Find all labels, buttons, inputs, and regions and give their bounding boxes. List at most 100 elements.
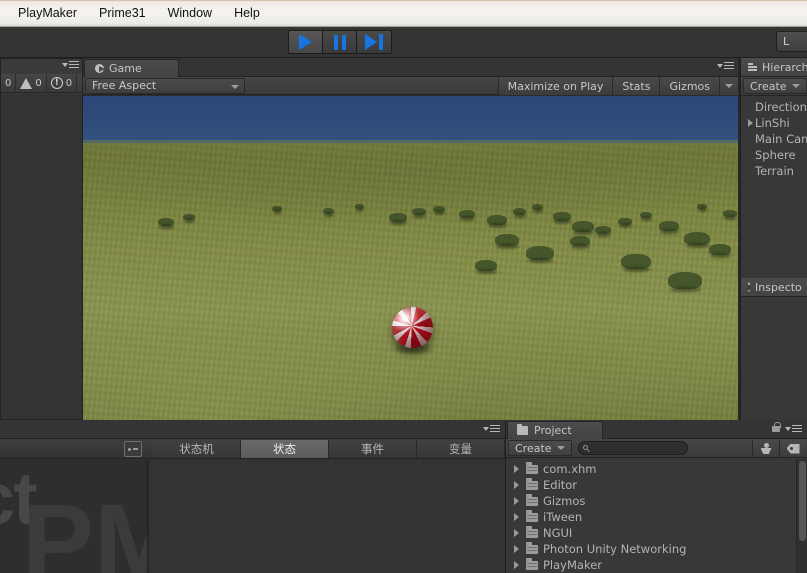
tree-sprite [459, 210, 475, 218]
hierarchy-item-label: Terrain [755, 164, 794, 178]
game-render-surface[interactable] [83, 96, 738, 420]
maximize-on-play-button[interactable]: Maximize on Play [497, 77, 613, 95]
console-log-area[interactable] [1, 94, 82, 419]
tree-sprite [412, 208, 426, 215]
project-item-label: Gizmos [543, 494, 586, 508]
play-controls [288, 30, 392, 54]
menu-item-window[interactable]: Window [157, 4, 223, 22]
project-item-0[interactable]: com.xhm [506, 461, 796, 477]
console-log-counter[interactable]: 0 [1, 73, 17, 93]
layers-button[interactable]: L [776, 31, 807, 52]
tree-sprite [323, 208, 334, 214]
expand-arrow-icon[interactable] [511, 513, 521, 521]
filter-by-type-button[interactable] [752, 440, 779, 457]
game-view-options-button[interactable] [717, 62, 734, 69]
hierarchy-item-1[interactable]: LinShi [741, 115, 807, 131]
tab-game[interactable]: Game [84, 59, 179, 77]
tree-sprite [475, 260, 497, 271]
expand-arrow-icon[interactable] [745, 119, 755, 127]
project-item-4[interactable]: NGUI [506, 525, 796, 541]
expand-arrow-icon[interactable] [511, 481, 521, 489]
tree-sprite [659, 221, 679, 231]
error-circle-icon: ! [50, 77, 63, 89]
project-filters [752, 440, 806, 457]
expand-arrow-icon[interactable] [511, 465, 521, 473]
hierarchy-create-label: Create [750, 79, 787, 93]
game-view-panel: Game Free Aspect Maximize on Play Stats [83, 58, 738, 420]
tree-sprite [668, 272, 702, 289]
gizmos-label: Gizmos [669, 79, 710, 93]
warning-count: 0 [35, 77, 42, 89]
project-asset-tree[interactable]: com.xhm Editor Gizmos iTween NGUI Photon Unit… [506, 459, 796, 573]
hierarchy-create-button[interactable]: Create [743, 78, 807, 94]
hierarchy-item-2[interactable]: Main Cam [741, 131, 807, 147]
menu-item-help[interactable]: Help [223, 4, 271, 22]
playmaker-tab-2[interactable]: 事件 [329, 440, 417, 458]
playmaker-tab-3[interactable]: 变量 [417, 440, 505, 458]
tab-project[interactable]: Project [507, 421, 603, 439]
lock-icon[interactable] [772, 421, 781, 432]
menu-item-playmaker[interactable]: PlayMaker [7, 4, 88, 22]
project-item-3[interactable]: iTween [506, 509, 796, 525]
pause-button[interactable] [323, 31, 357, 53]
filter-by-label-icon [786, 443, 800, 454]
playmaker-tab-1[interactable]: 状态 [241, 440, 329, 458]
folder-icon [526, 558, 538, 570]
hierarchy-tree[interactable]: Direction LinShi Main Cam Sphere Terrain [741, 96, 807, 179]
maximize-on-play-label: Maximize on Play [507, 79, 604, 93]
playmaker-options-button[interactable] [483, 425, 500, 432]
project-search-field[interactable] [577, 441, 688, 455]
step-button[interactable] [357, 31, 391, 53]
play-button[interactable] [289, 31, 323, 53]
log-count: 0 [5, 77, 12, 89]
gizmos-button[interactable]: Gizmos [659, 77, 719, 95]
playmaker-graph-canvas[interactable] [150, 460, 505, 573]
project-item-6[interactable]: PlayMaker [506, 557, 796, 573]
console-warning-counter[interactable]: 0 [16, 73, 47, 93]
playmaker-sidebar[interactable]: ct PM [0, 460, 148, 573]
project-create-button[interactable]: Create [508, 440, 572, 456]
error-count: 0 [65, 77, 73, 89]
expand-arrow-icon[interactable] [511, 545, 521, 553]
project-options-button[interactable] [785, 425, 802, 432]
project-item-2[interactable]: Gizmos [506, 493, 796, 509]
gizmos-dropdown-button[interactable] [719, 77, 738, 95]
playmaker-tabs: 状态机 状态 事件 变量 [153, 440, 505, 458]
expand-arrow-icon[interactable] [511, 529, 521, 537]
folder-icon [526, 462, 538, 474]
console-error-counter[interactable]: ! 0 [47, 73, 78, 93]
tree-sprite [526, 246, 554, 260]
unity-editor-window: PlayMaker Prime31 Window Help L 0 0 ! 0 … [0, 0, 807, 573]
expand-arrow-icon[interactable] [511, 561, 521, 569]
hierarchy-item-0[interactable]: Direction [741, 99, 807, 115]
project-item-label: iTween [543, 510, 583, 524]
menu-item-prime31[interactable]: Prime31 [88, 4, 157, 22]
console-options-button[interactable] [62, 61, 79, 68]
editor-toolbar: L [0, 27, 807, 58]
tree-sprite [621, 254, 651, 269]
chevron-down-icon [725, 84, 733, 88]
playmaker-tab-0[interactable]: 状态机 [153, 440, 241, 458]
hierarchy-item-4[interactable]: Terrain [741, 163, 807, 179]
minimap-toggle-icon[interactable] [124, 441, 142, 457]
folder-icon [517, 423, 528, 435]
tab-project-label: Project [534, 424, 572, 437]
filter-by-label-button[interactable] [779, 440, 806, 457]
hierarchy-item-3[interactable]: Sphere [741, 147, 807, 163]
tree-sprite [572, 221, 594, 232]
aspect-ratio-dropdown[interactable]: Free Aspect [85, 77, 245, 94]
tree-sprite [183, 214, 195, 220]
tab-inspector[interactable]: Inspecto [741, 278, 807, 297]
game-view-toolbar: Free Aspect Maximize on Play Stats Gizmo… [83, 77, 738, 95]
expand-arrow-icon[interactable] [511, 497, 521, 505]
project-scrollbar-thumb[interactable] [799, 461, 806, 541]
tab-hierarchy[interactable]: Hierarch [741, 58, 807, 77]
project-item-1[interactable]: Editor [506, 477, 796, 493]
hierarchy-item-label: Main Cam [755, 132, 807, 146]
playmaker-panel: 状态机 状态 事件 变量 ct PM [0, 420, 505, 573]
pause-icon [333, 34, 346, 50]
project-scrollbar[interactable] [796, 459, 807, 573]
project-item-5[interactable]: Photon Unity Networking [506, 541, 796, 557]
stats-button[interactable]: Stats [612, 77, 660, 95]
playmaker-tab-row [0, 420, 505, 439]
